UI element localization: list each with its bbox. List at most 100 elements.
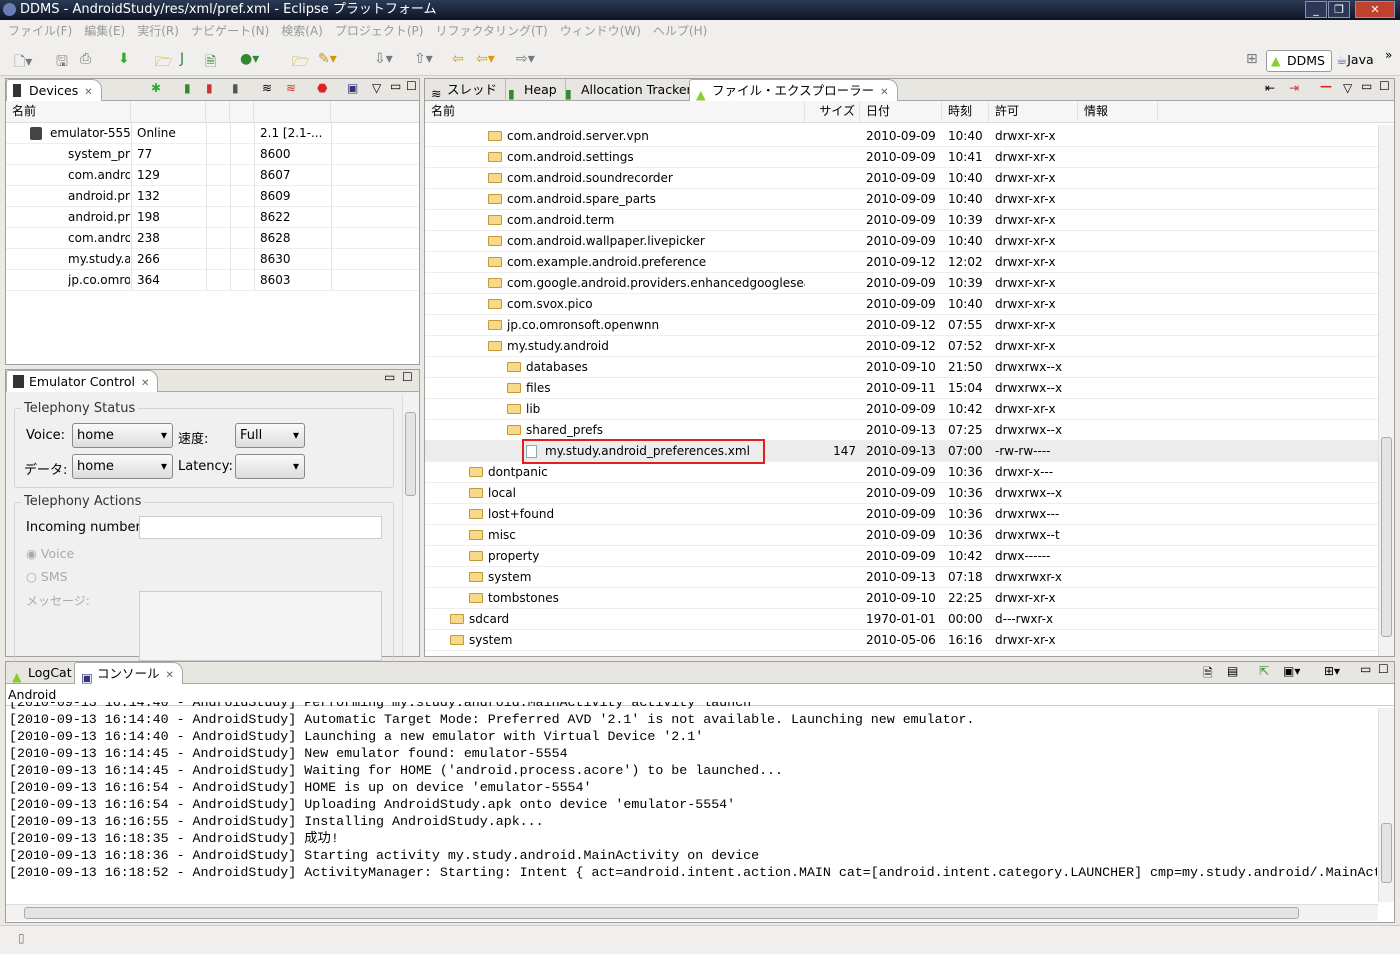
- tab-devices[interactable]: Devices ✕: [6, 79, 102, 101]
- tab-heap[interactable]: ▮ Heap: [502, 79, 566, 101]
- folder-row[interactable]: sdcard 1970-01-01 00:00 d---rwxr-x: [425, 609, 1378, 630]
- minimize-view-icon[interactable]: ▭: [390, 79, 401, 93]
- voice-select[interactable]: home: [72, 423, 173, 448]
- tab-file-explorer[interactable]: ▲ ファイル・エクスプローラー ✕: [689, 79, 898, 102]
- speed-select[interactable]: Full: [235, 423, 305, 448]
- folder-row[interactable]: my.study.android 2010-09-12 07:52 drwxr-xr-…: [425, 336, 1378, 357]
- view-menu-icon[interactable]: ▽: [372, 81, 381, 95]
- radio-voice[interactable]: ◉ Voice: [26, 546, 74, 561]
- more-perspectives[interactable]: »: [1385, 48, 1392, 62]
- folder-row[interactable]: com.android.wallpaper.livepicker 2010-09-…: [425, 231, 1378, 252]
- tab-threads[interactable]: ≋ スレッド: [425, 79, 507, 101]
- tab-logcat[interactable]: ▲ LogCat: [6, 662, 81, 684]
- open-perspective-icon[interactable]: ⊞: [1246, 51, 1258, 67]
- folder-row[interactable]: databases 2010-09-10 21:50 drwxrwx--x: [425, 357, 1378, 378]
- folder-row[interactable]: com.google.android.providers.enhancedgoo…: [425, 273, 1378, 294]
- process-row[interactable]: jp.co.omronsoft.openwnn 364 8603: [6, 270, 419, 291]
- folder-row[interactable]: property 2010-09-09 10:42 drwx------: [425, 546, 1378, 567]
- folder-row[interactable]: com.android.server.vpn 2010-09-09 10:40 drw…: [425, 126, 1378, 147]
- junit-icon[interactable]: J: [180, 51, 184, 67]
- stop-icon[interactable]: ⬣: [317, 81, 327, 95]
- new-class-icon[interactable]: 🗎: [205, 51, 216, 75]
- view-menu-icon[interactable]: ▽: [1343, 81, 1352, 95]
- debug-icon[interactable]: ✱: [151, 81, 161, 95]
- method-profiling-icon[interactable]: ≋: [286, 81, 296, 95]
- column-permissions[interactable]: 許可: [989, 101, 1078, 123]
- scroll-thumb[interactable]: [24, 907, 1299, 919]
- folder-row[interactable]: dontpanic 2010-09-09 10:36 drwxr-x---: [425, 462, 1378, 483]
- open-console-icon[interactable]: ⊞▾: [1324, 664, 1340, 678]
- message-textarea[interactable]: [139, 591, 382, 661]
- folder-row[interactable]: misc 2010-09-09 10:36 drwxrwx--t: [425, 525, 1378, 546]
- column-info[interactable]: 情報: [1078, 101, 1158, 123]
- menu-window[interactable]: ウィンドウ(W): [560, 24, 641, 38]
- perspective-ddms[interactable]: ▲ DDMS: [1266, 50, 1332, 72]
- open-type-icon[interactable]: 🗁: [292, 51, 309, 75]
- print-icon[interactable]: ⎙: [80, 51, 91, 67]
- push-file-icon[interactable]: ⇥: [1289, 81, 1299, 95]
- column-name[interactable]: 名前: [425, 101, 805, 123]
- new-icon[interactable]: 🗋▾: [14, 51, 32, 75]
- latency-select[interactable]: [235, 454, 305, 479]
- tab-console[interactable]: ▣ コンソール ✕: [74, 662, 183, 685]
- maximize-view-icon[interactable]: ☐: [406, 79, 417, 93]
- folder-row[interactable]: local 2010-09-09 10:36 drwxrwx--x: [425, 483, 1378, 504]
- android-sdk-icon[interactable]: ⬇: [118, 51, 130, 67]
- device-row[interactable]: emulator-5554 Online 2.1 [2.1-...: [6, 123, 419, 144]
- menu-navigate[interactable]: ナビゲート(N): [191, 24, 269, 38]
- folder-row[interactable]: com.example.android.preference 2010-09-12…: [425, 252, 1378, 273]
- process-row[interactable]: my.study.android 266 8630: [6, 249, 419, 270]
- menu-refactor[interactable]: リファクタリング(T): [435, 24, 547, 38]
- folder-row[interactable]: files 2010-09-11 15:04 drwxrwx--x: [425, 378, 1378, 399]
- maximize-view-icon[interactable]: ☐: [1378, 662, 1389, 676]
- next-annotation-icon[interactable]: ⇩▾: [374, 51, 393, 67]
- scroll-thumb[interactable]: [405, 412, 416, 496]
- file-row[interactable]: my.study.android_preferences.xml 147 2010-…: [425, 439, 1378, 464]
- process-row[interactable]: com.android.mms 238 8628: [6, 228, 419, 249]
- incoming-number-input[interactable]: [139, 516, 382, 539]
- minimize-view-icon[interactable]: ▭: [1361, 79, 1372, 93]
- folder-row[interactable]: system 2010-05-06 16:16 drwxr-xr-x: [425, 630, 1378, 651]
- data-select[interactable]: home: [72, 454, 173, 479]
- save-icon[interactable]: 🖫: [56, 51, 68, 75]
- folder-row[interactable]: lost+found 2010-09-09 10:36 drwxrwx---: [425, 504, 1378, 525]
- folder-row[interactable]: com.android.soundrecorder 2010-09-09 10:40…: [425, 168, 1378, 189]
- scroll-thumb[interactable]: [1381, 437, 1392, 637]
- folder-row[interactable]: tombstones 2010-09-10 22:25 drwxr-xr-x: [425, 588, 1378, 609]
- menu-run[interactable]: 実行(R): [137, 24, 179, 38]
- last-edit-icon[interactable]: ⇦: [452, 51, 464, 67]
- column-date[interactable]: 日付: [860, 101, 942, 123]
- folder-row[interactable]: com.svox.pico 2010-09-09 10:40 drwxr-xr-x: [425, 294, 1378, 315]
- column-size[interactable]: サイズ: [805, 101, 860, 123]
- forward-icon[interactable]: ⇨▾: [516, 51, 535, 67]
- display-console-icon[interactable]: ▣▾: [1283, 664, 1300, 678]
- close-button[interactable]: ✕: [1355, 1, 1395, 18]
- delete-icon[interactable]: —: [1320, 79, 1332, 93]
- run-icon[interactable]: ●▾: [240, 51, 259, 67]
- column-time[interactable]: 時刻: [942, 101, 989, 123]
- update-heap-icon[interactable]: ▮: [184, 81, 191, 95]
- scroll-thumb[interactable]: [1381, 823, 1392, 883]
- radio-sms[interactable]: ○ SMS: [26, 569, 68, 584]
- minimize-view-icon[interactable]: ▭: [1360, 662, 1371, 676]
- tab-emulator-control[interactable]: Emulator Control ✕: [6, 370, 159, 392]
- close-icon[interactable]: ✕: [141, 378, 149, 389]
- dump-hprof-icon[interactable]: ▮: [206, 81, 213, 95]
- gc-icon[interactable]: ▮: [232, 81, 239, 95]
- update-threads-icon[interactable]: ≋: [262, 81, 272, 95]
- menu-file[interactable]: ファイル(F): [8, 24, 72, 38]
- minimize-button[interactable]: _: [1305, 1, 1327, 18]
- menu-search[interactable]: 検索(A): [281, 24, 323, 38]
- minimize-view-icon[interactable]: ▭: [384, 370, 395, 384]
- close-icon[interactable]: ✕: [880, 87, 888, 98]
- maximize-view-icon[interactable]: ☐: [402, 370, 413, 384]
- menu-edit[interactable]: 編集(E): [84, 24, 125, 38]
- folder-row[interactable]: lib 2010-09-09 10:42 drwxr-xr-x: [425, 399, 1378, 420]
- process-row[interactable]: android.process.media 198 8622: [6, 207, 419, 228]
- prev-annotation-icon[interactable]: ⇧▾: [414, 51, 433, 67]
- process-row[interactable]: system_process 77 8600: [6, 144, 419, 165]
- process-row[interactable]: com.android.phone 129 8607: [6, 165, 419, 186]
- folder-row[interactable]: jp.co.omronsoft.openwnn 2010-09-12 07:55 dr…: [425, 315, 1378, 336]
- search-icon[interactable]: ✎▾: [318, 51, 337, 67]
- scroll-lock-icon[interactable]: ▤: [1227, 664, 1238, 678]
